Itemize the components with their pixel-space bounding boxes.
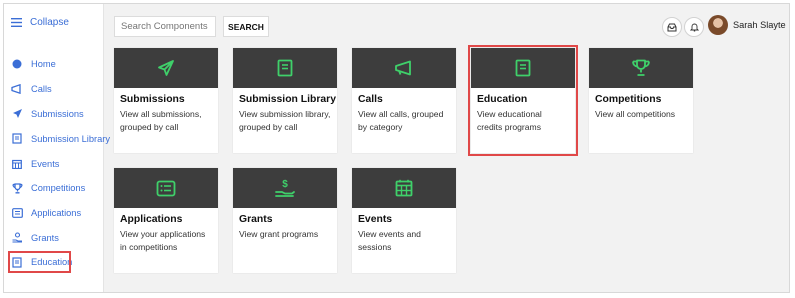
list-icon xyxy=(11,207,23,219)
sidebar-item-calls[interactable]: Calls xyxy=(11,77,110,102)
card-description: View educational credits programs xyxy=(477,109,542,132)
inbox-icon xyxy=(667,23,677,32)
sidebar-item-education[interactable]: Education xyxy=(8,251,72,274)
collapse-button[interactable]: Collapse xyxy=(11,17,69,28)
card-title: Education xyxy=(477,94,528,105)
sidebar-item-label: Events xyxy=(31,158,60,169)
card-header xyxy=(471,48,575,88)
paper-plane-icon xyxy=(11,108,23,120)
grant-hand-icon: $ xyxy=(274,177,296,199)
sidebar-item-submissions[interactable]: Submissions xyxy=(11,102,110,127)
card-submission-library[interactable]: Submission Library View submission libra… xyxy=(233,48,337,153)
card-events[interactable]: Events View events and sessions xyxy=(352,168,456,273)
sidebar-item-label: Applications xyxy=(31,208,82,219)
card-applications[interactable]: Applications View your applications in c… xyxy=(114,168,218,273)
sidebar: Collapse Home Calls Submissions Submissi… xyxy=(4,4,110,292)
collapse-label: Collapse xyxy=(30,17,69,28)
card-description: View submission library, grouped by call xyxy=(239,109,331,132)
home-dot-icon xyxy=(11,58,23,70)
hamburger-icon xyxy=(11,18,22,27)
card-header xyxy=(352,168,456,208)
sidebar-item-grants[interactable]: Grants xyxy=(11,226,110,251)
card-description: View your applications in competitions xyxy=(120,229,206,252)
card-competitions[interactable]: Competitions View all competitions xyxy=(589,48,693,153)
search-input[interactable] xyxy=(114,16,216,37)
card-header xyxy=(352,48,456,88)
sidebar-item-label: Grants xyxy=(31,232,59,243)
card-header xyxy=(589,48,693,88)
sidebar-item-label: Competitions xyxy=(31,183,86,194)
trophy-icon xyxy=(11,182,23,194)
sidebar-item-submission-library[interactable]: Submission Library xyxy=(11,126,110,151)
sidebar-item-label: Education xyxy=(31,257,73,268)
calendar-icon xyxy=(11,158,23,170)
svg-text:$: $ xyxy=(282,179,288,190)
card-title: Submissions xyxy=(120,94,185,105)
calendar-icon xyxy=(395,179,413,197)
card-calls[interactable]: Calls View all calls, grouped by categor… xyxy=(352,48,456,153)
paper-plane-icon xyxy=(157,59,175,77)
card-header xyxy=(233,48,337,88)
card-description: View grant programs xyxy=(239,229,319,239)
card-description: View all competitions xyxy=(595,109,676,119)
card-education[interactable]: Education View educational credits progr… xyxy=(468,45,578,156)
card-submissions[interactable]: Submissions View all submissions, groupe… xyxy=(114,48,218,153)
book-icon xyxy=(11,256,23,268)
book-icon xyxy=(11,133,23,145)
megaphone-icon xyxy=(11,83,23,95)
messages-button[interactable] xyxy=(662,17,682,37)
card-header xyxy=(114,168,218,208)
bell-icon xyxy=(689,22,699,32)
card-title: Grants xyxy=(239,214,273,225)
card-title: Events xyxy=(358,214,393,225)
notifications-button[interactable] xyxy=(684,17,704,37)
book-icon xyxy=(277,59,293,77)
card-grants[interactable]: $ Grants View grant programs xyxy=(233,168,337,273)
sidebar-item-label: Submission Library xyxy=(31,133,111,144)
card-title: Submission Library xyxy=(239,94,337,105)
search-button[interactable]: SEARCH xyxy=(223,16,269,37)
card-title: Calls xyxy=(358,94,383,105)
sidebar-item-competitions[interactable]: Competitions xyxy=(11,176,110,201)
grant-hand-icon xyxy=(11,232,23,244)
card-description: View events and sessions xyxy=(358,229,421,252)
book-icon xyxy=(515,59,531,77)
list-icon xyxy=(156,180,176,197)
card-header: $ xyxy=(233,168,337,208)
card-title: Applications xyxy=(120,214,183,225)
card-header xyxy=(114,48,218,88)
card-description: View all submissions, grouped by call xyxy=(120,109,202,132)
sidebar-item-label: Calls xyxy=(31,84,52,95)
sidebar-nav: Home Calls Submissions Submission Librar… xyxy=(8,52,110,274)
card-title: Competitions xyxy=(595,94,662,105)
sidebar-item-home[interactable]: Home xyxy=(11,52,110,77)
card-description: View all calls, grouped by category xyxy=(358,109,444,132)
sidebar-item-label: Submissions xyxy=(31,108,84,119)
app-frame: Collapse Home Calls Submissions Submissi… xyxy=(3,3,790,293)
avatar[interactable] xyxy=(708,15,728,35)
sidebar-item-applications[interactable]: Applications xyxy=(11,201,110,226)
megaphone-icon xyxy=(394,60,414,76)
trophy-icon xyxy=(631,59,651,77)
sidebar-item-label: Home xyxy=(31,59,56,70)
sidebar-item-events[interactable]: Events xyxy=(11,151,110,176)
user-name[interactable]: Sarah Slayte xyxy=(733,20,786,30)
